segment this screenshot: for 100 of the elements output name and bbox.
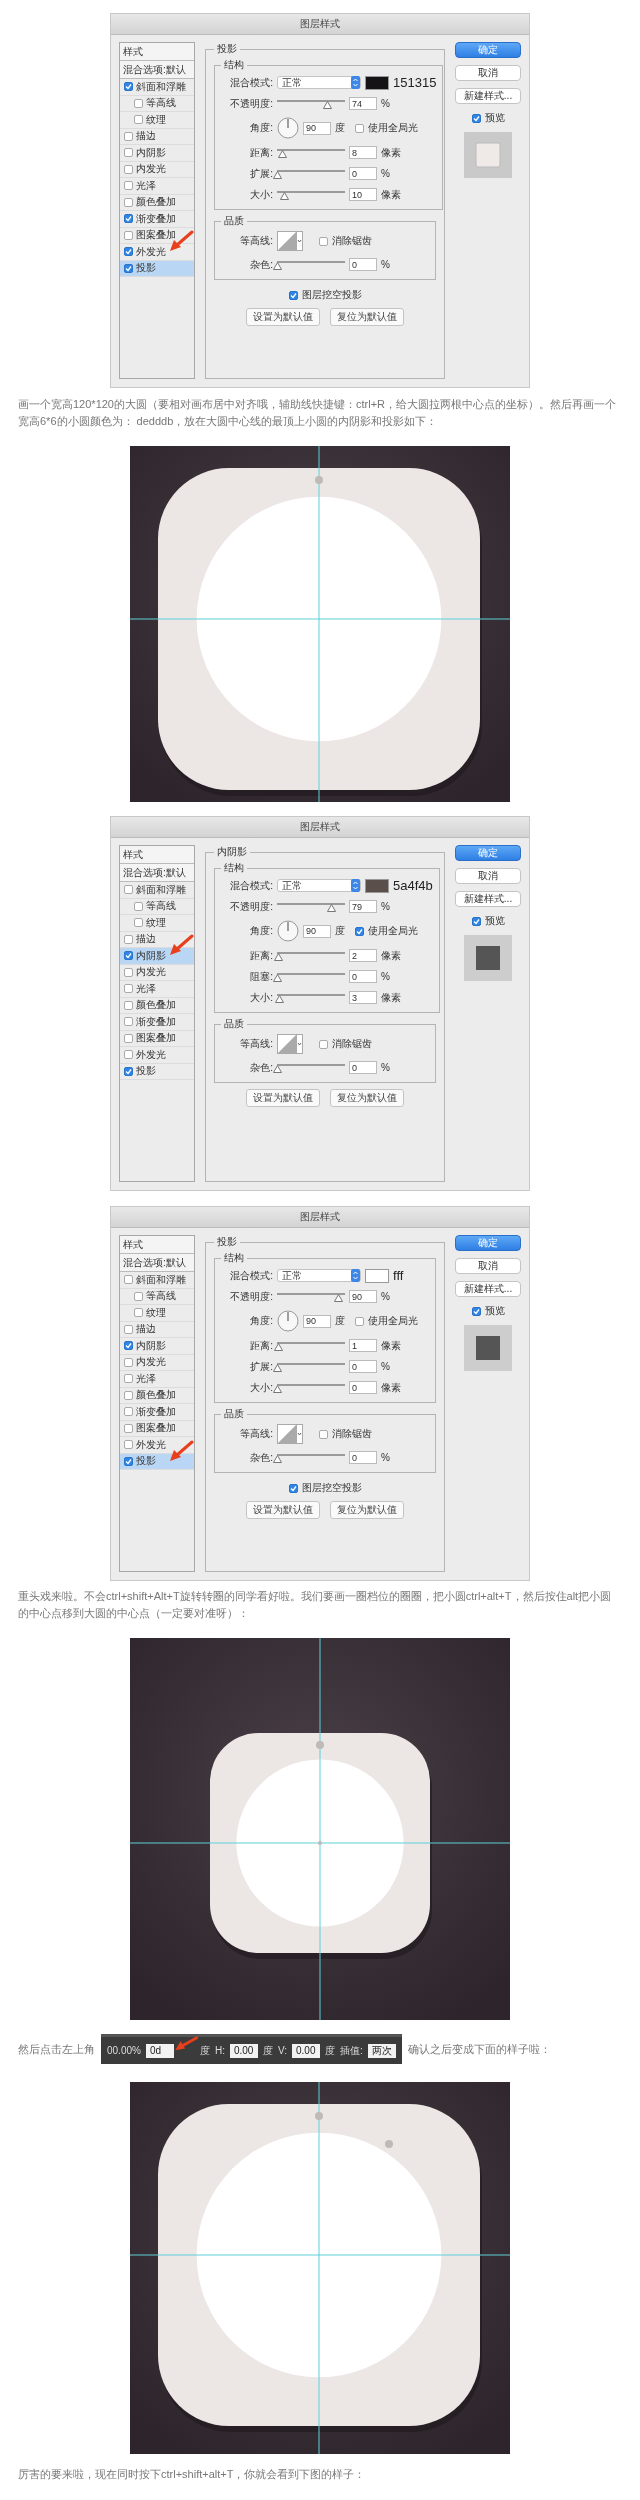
checkbox[interactable]: [124, 934, 133, 944]
checkbox[interactable]: [471, 1306, 481, 1316]
color-swatch[interactable]: [365, 878, 389, 893]
checkbox[interactable]: [124, 148, 133, 158]
style-list-item[interactable]: 描边: [120, 128, 194, 145]
slider[interactable]: [277, 1290, 345, 1303]
stepper-icon[interactable]: [351, 879, 360, 892]
slider-thumb[interactable]: [274, 952, 284, 961]
value-field[interactable]: 10: [349, 188, 377, 201]
style-list-item[interactable]: 外发光: [120, 1047, 194, 1064]
style-list-item[interactable]: 内阴影: [120, 948, 194, 965]
value-field[interactable]: 0: [349, 970, 377, 983]
value-field[interactable]: 79: [349, 900, 377, 913]
style-list-item[interactable]: 斜面和浮雕: [120, 79, 194, 96]
style-list-item[interactable]: 等高线: [120, 95, 194, 112]
checkbox[interactable]: [134, 1308, 143, 1318]
checkbox[interactable]: [355, 1316, 364, 1326]
checkbox[interactable]: [288, 1483, 298, 1493]
style-list-item[interactable]: 内发光: [120, 1354, 194, 1371]
style-list-item[interactable]: 光泽: [120, 1371, 194, 1388]
default-button[interactable]: 复位为默认值: [330, 1501, 404, 1519]
value-field[interactable]: 0: [349, 1360, 377, 1373]
dialog-button[interactable]: 新建样式...: [455, 88, 521, 104]
style-list-item[interactable]: 光泽: [120, 981, 194, 998]
checkbox[interactable]: [124, 197, 133, 207]
checkbox[interactable]: [124, 1066, 133, 1076]
checkbox[interactable]: [134, 98, 143, 108]
style-list-item[interactable]: 纹理: [120, 1305, 194, 1322]
style-list-item[interactable]: 斜面和浮雕: [120, 1272, 194, 1289]
checkbox[interactable]: [124, 1456, 133, 1466]
checkbox[interactable]: [319, 1429, 328, 1439]
checkbox[interactable]: [124, 1017, 133, 1027]
style-list-item[interactable]: 渐变叠加: [120, 1404, 194, 1421]
checkbox[interactable]: [124, 1275, 133, 1285]
checkbox[interactable]: [471, 113, 481, 123]
checkbox[interactable]: [124, 214, 133, 224]
slider[interactable]: [277, 991, 345, 1004]
dialog-button[interactable]: 取消: [455, 868, 521, 884]
value-field[interactable]: 1: [349, 1339, 377, 1352]
slider[interactable]: [277, 146, 345, 159]
checkbox[interactable]: [124, 1423, 133, 1433]
checkbox[interactable]: [124, 984, 133, 994]
color-swatch[interactable]: [365, 75, 389, 90]
style-list-item[interactable]: 内阴影: [120, 1338, 194, 1355]
checkbox[interactable]: [124, 1050, 133, 1060]
slider-thumb[interactable]: [273, 973, 282, 982]
value-field[interactable]: 74: [349, 97, 377, 110]
default-button[interactable]: 设置为默认值: [246, 308, 320, 326]
slider[interactable]: [277, 949, 345, 962]
style-list-item[interactable]: 纹理: [120, 112, 194, 129]
style-list-item[interactable]: 颜色叠加: [120, 997, 194, 1014]
checkbox[interactable]: [124, 1390, 133, 1400]
slider-thumb[interactable]: [273, 1064, 282, 1073]
angle-dial-icon[interactable]: [277, 920, 299, 942]
style-list-item[interactable]: 颜色叠加: [120, 1387, 194, 1404]
slider[interactable]: [277, 97, 345, 110]
style-list-item[interactable]: 描边: [120, 1321, 194, 1338]
slider-thumb[interactable]: [278, 149, 288, 158]
slider-thumb[interactable]: [273, 170, 282, 179]
style-list-item[interactable]: 等高线: [120, 898, 194, 915]
slider[interactable]: [277, 1339, 345, 1352]
value-field[interactable]: 3: [349, 991, 377, 1004]
style-list-item[interactable]: 图案叠加: [120, 1420, 194, 1437]
slider-thumb[interactable]: [273, 1454, 282, 1463]
toolbar-field[interactable]: 0.00: [229, 2043, 258, 2058]
checkbox[interactable]: [124, 967, 133, 977]
checkbox[interactable]: [124, 1324, 133, 1334]
default-button[interactable]: 设置为默认值: [246, 1501, 320, 1519]
value-field[interactable]: 90: [303, 121, 331, 135]
style-list-item[interactable]: 内发光: [120, 964, 194, 981]
style-list-item[interactable]: 等高线: [120, 1288, 194, 1305]
slider-thumb[interactable]: [273, 261, 282, 270]
checkbox[interactable]: [134, 901, 143, 911]
style-list-item[interactable]: 投影: [120, 1063, 194, 1080]
slider[interactable]: [277, 900, 345, 913]
slider-thumb[interactable]: [334, 1293, 344, 1302]
checkbox[interactable]: [124, 951, 133, 961]
blend-mode-select[interactable]: 正常: [277, 1269, 361, 1282]
slider[interactable]: [277, 188, 345, 201]
checkbox[interactable]: [124, 1357, 133, 1367]
value-field[interactable]: 0: [349, 167, 377, 180]
default-button[interactable]: 设置为默认值: [246, 1089, 320, 1107]
toolbar-field[interactable]: 0d: [145, 2043, 174, 2058]
checkbox[interactable]: [355, 123, 364, 133]
style-list-item[interactable]: 外发光: [120, 1437, 194, 1454]
style-list-item[interactable]: 纹理: [120, 915, 194, 932]
checkbox[interactable]: [124, 247, 133, 257]
slider-thumb[interactable]: [275, 994, 285, 1003]
style-list-item[interactable]: 颜色叠加: [120, 194, 194, 211]
style-list-item[interactable]: 光泽: [120, 178, 194, 195]
blend-options-item[interactable]: 混合选项:默认: [120, 61, 194, 79]
contour-picker-icon[interactable]: [277, 231, 303, 251]
checkbox[interactable]: [471, 916, 481, 926]
value-field[interactable]: 0: [349, 1381, 377, 1394]
style-list-item[interactable]: 图案叠加: [120, 1030, 194, 1047]
style-list-item[interactable]: 渐变叠加: [120, 211, 194, 228]
slider-thumb[interactable]: [273, 1384, 282, 1393]
slider-thumb[interactable]: [323, 100, 333, 109]
value-field[interactable]: 0: [349, 1451, 377, 1464]
checkbox[interactable]: [124, 131, 133, 141]
